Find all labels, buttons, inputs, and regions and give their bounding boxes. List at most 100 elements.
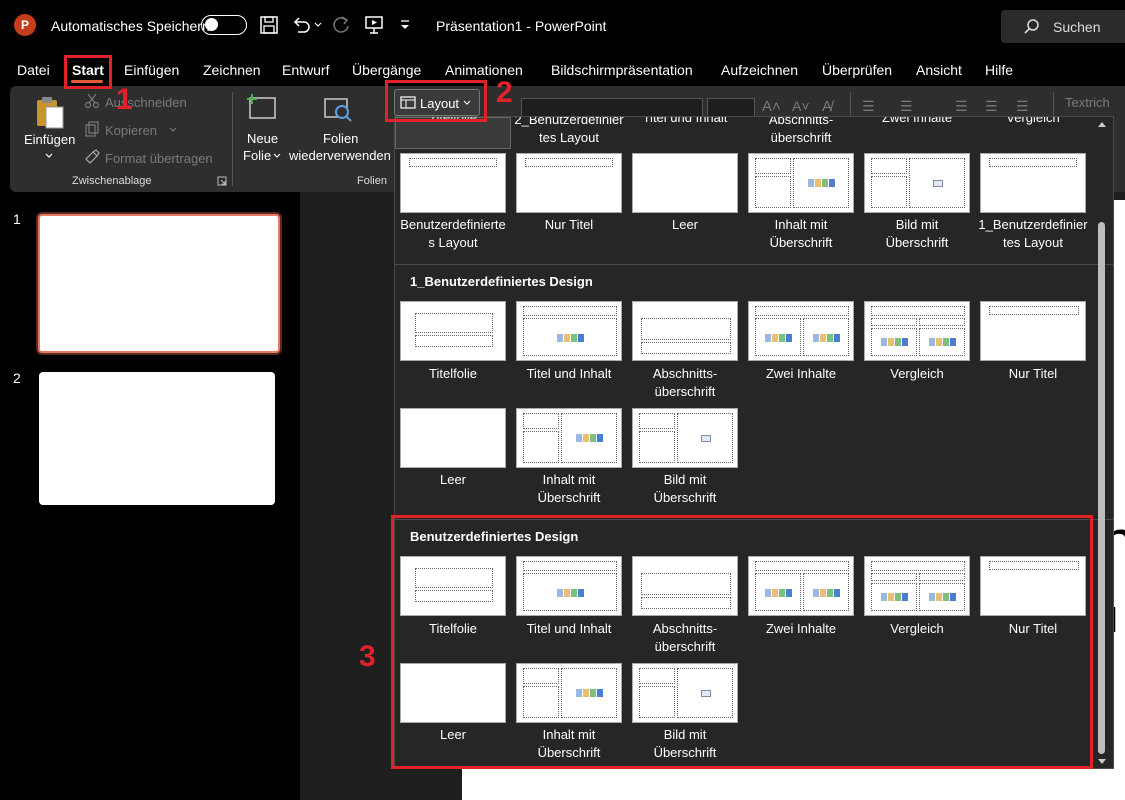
text-direction-button[interactable]: Textrich <box>1065 95 1110 110</box>
customize-toolbar-icon[interactable] <box>398 19 412 31</box>
section-heading: 1_Benutzerdefiniertes Design <box>410 274 593 289</box>
layout-tile-titelfolie[interactable] <box>400 301 506 361</box>
layout-label: Vergleich <box>890 366 944 381</box>
format-painter-button[interactable]: Format übertragen <box>105 151 213 166</box>
copy-chevron-icon[interactable] <box>168 126 178 134</box>
layout-tile-bild-mit-ueberschrift[interactable] <box>864 153 970 213</box>
layout-tile-vergleich[interactable] <box>864 301 970 361</box>
reuse-slides-button[interactable]: Folien <box>323 131 358 146</box>
tab-zeichnen[interactable]: Zeichnen <box>203 62 261 78</box>
bullets-icon[interactable]: ☰ <box>862 98 875 115</box>
annotation-number: 2 <box>496 76 513 109</box>
reuse-slides-icon[interactable] <box>322 94 354 126</box>
undo-dropdown-chevron-icon[interactable] <box>313 20 323 30</box>
slide-thumbnail-1[interactable] <box>38 214 280 353</box>
layout-tile-nur-titel[interactable] <box>980 301 1086 361</box>
clipboard-group-label: Zwischenablage <box>72 175 152 187</box>
layout-label: Titelfolie <box>429 366 477 381</box>
layout-tile-inhalt-mit-ueberschrift[interactable] <box>748 153 854 213</box>
tab-einfuegen[interactable]: Einfügen <box>124 62 179 78</box>
layout-label: Inhalt mit Überschrift <box>769 217 833 250</box>
grow-font-icon[interactable]: A˄ <box>762 98 781 115</box>
tab-entwurf[interactable]: Entwurf <box>282 62 329 78</box>
layout-tile-titel-und-inhalt[interactable] <box>516 301 622 361</box>
layout-label: Abschnitts-überschrift <box>652 366 718 399</box>
search-label: Suchen <box>1053 19 1101 35</box>
layout-label: Zwei Inhalte <box>765 366 837 381</box>
tab-aufzeichnen[interactable]: Aufzeichnen <box>721 62 798 78</box>
layout-label: Nur Titel <box>544 217 594 232</box>
scrollbar-thumb[interactable] <box>1098 222 1105 754</box>
annotation-box-layout <box>385 80 487 122</box>
search-icon <box>1024 19 1039 34</box>
paste-button[interactable]: Einfügen <box>24 132 75 147</box>
increase-indent-icon[interactable]: ☰ <box>985 98 998 115</box>
tab-uebergaenge[interactable]: Übergänge <box>352 62 421 78</box>
save-icon[interactable] <box>258 14 280 36</box>
scroll-up-icon[interactable] <box>1097 120 1107 128</box>
presentation-start-icon[interactable] <box>363 14 385 36</box>
layout-label: Abschnitts- überschrift <box>768 116 834 145</box>
menu-bar: Datei Start Einfügen Zeichnen Entwurf Üb… <box>0 54 1125 86</box>
tab-datei[interactable]: Datei <box>17 62 50 78</box>
new-slide-icon[interactable] <box>246 92 278 124</box>
layout-label: Leer <box>671 217 699 232</box>
layout-label: Zwei Inhalte <box>881 116 953 125</box>
layout-label: Titel und Inhalt <box>642 116 728 125</box>
title-bar: P Automatisches Speichern Präsentation1 … <box>0 0 1125 54</box>
scissors-icon <box>84 93 100 109</box>
annotation-box-design-section <box>391 515 1093 769</box>
layout-tile-1-benutzerdefiniertes-layout[interactable] <box>980 153 1086 213</box>
paste-icon[interactable] <box>34 94 66 132</box>
format-painter-icon <box>85 149 100 164</box>
layout-label: Leer <box>439 472 467 487</box>
layout-label: 2_Benutzerdefinier tes Layout <box>514 116 624 145</box>
powerpoint-logo-icon: P <box>14 14 36 36</box>
redo-icon[interactable] <box>330 14 352 36</box>
layout-tile-abschnittsueberschrift[interactable] <box>632 301 738 361</box>
new-slide-button[interactable]: Neue <box>247 131 278 146</box>
layout-label: 1_Benutzerdefinier tes Layout <box>978 217 1088 250</box>
undo-icon[interactable] <box>290 14 312 36</box>
autosave-toggle[interactable] <box>201 15 247 35</box>
layout-tile-leer[interactable] <box>632 153 738 213</box>
slide-thumbnail-2[interactable] <box>39 372 275 505</box>
layout-tile-inhalt-mit-ueberschrift[interactable] <box>516 408 622 468</box>
reuse-slides-button-line2[interactable]: wiederverwenden <box>289 148 391 163</box>
layout-label: Benutzerdefinierte s Layout <box>400 217 506 250</box>
scroll-down-icon[interactable] <box>1097 758 1107 766</box>
paste-chevron-icon[interactable] <box>44 152 54 160</box>
new-slide-chevron-icon[interactable] <box>272 152 282 160</box>
tab-ansicht[interactable]: Ansicht <box>916 62 962 78</box>
clear-format-icon[interactable]: A̸ <box>822 98 832 115</box>
tab-ueberpruefen[interactable]: Überprüfen <box>822 62 892 78</box>
layout-tile-benutzerdefiniertes-layout[interactable] <box>400 153 506 213</box>
copy-icon <box>85 121 99 137</box>
decrease-indent-icon[interactable]: ☰ <box>955 98 968 115</box>
layout-tile-nur-titel[interactable] <box>516 153 622 213</box>
dialog-launcher-icon[interactable] <box>217 176 227 186</box>
shrink-font-icon[interactable]: A˅ <box>792 98 810 114</box>
new-slide-button-line2[interactable]: Folie <box>243 148 271 163</box>
layout-label: Nur Titel <box>1008 366 1058 381</box>
autosave-label: Automatisches Speichern <box>51 18 210 34</box>
layout-tile-leer[interactable] <box>400 408 506 468</box>
layout-label: Bild mit Überschrift <box>653 472 717 505</box>
annotation-number: 1 <box>116 83 133 116</box>
layout-tile-bild-mit-ueberschrift[interactable] <box>632 408 738 468</box>
tab-hilfe[interactable]: Hilfe <box>985 62 1013 78</box>
annotation-box-start <box>64 55 112 89</box>
search-box[interactable]: Suchen <box>1001 10 1125 43</box>
line-spacing-icon[interactable]: ☰ <box>1016 98 1029 115</box>
tab-bildschirmpraesentation[interactable]: Bildschirmpräsentation <box>551 62 693 78</box>
slide-number: 2 <box>13 370 21 386</box>
copy-button[interactable]: Kopieren <box>105 123 157 138</box>
layout-label: Bild mit Überschrift <box>885 217 949 250</box>
annotation-number: 3 <box>359 640 376 673</box>
slides-group-label: Folien <box>357 175 387 187</box>
numbering-icon[interactable]: ☰ <box>900 98 913 115</box>
document-title: Präsentation1 - PowerPoint <box>436 18 607 34</box>
layout-label: Vergleich <box>1006 116 1060 125</box>
layout-tile-zwei-inhalte[interactable] <box>748 301 854 361</box>
layout-label: Inhalt mit Überschrift <box>537 472 601 505</box>
